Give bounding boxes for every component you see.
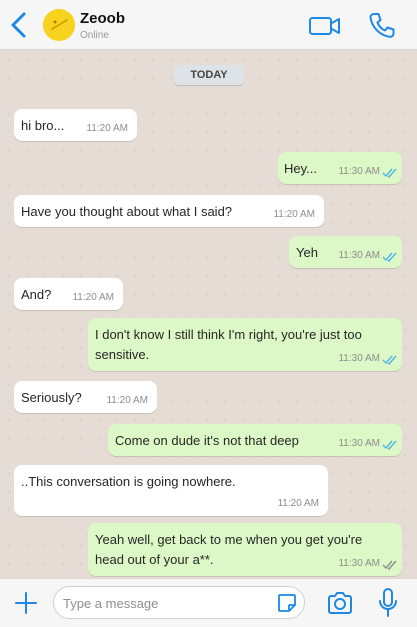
message-input[interactable] — [63, 593, 273, 613]
message-text: Seriously? — [21, 390, 82, 405]
date-divider: TODAY — [174, 65, 244, 85]
double-check-icon — [382, 440, 397, 450]
message-bubble-incoming[interactable]: ..This conversation is going nowhere. 11… — [14, 465, 328, 516]
sticker-icon[interactable] — [276, 592, 298, 614]
message-text: ..This conversation is going nowhere. — [21, 474, 236, 489]
microphone-icon[interactable] — [376, 587, 400, 619]
message-text: hi bro... — [21, 118, 65, 133]
message-time: 11:20 AM — [86, 123, 128, 134]
message-bubble-outgoing[interactable]: I don't know I still think I'm right, yo… — [88, 318, 402, 371]
message-bubble-incoming[interactable]: And? 11:20 AM — [14, 278, 123, 310]
message-bubble-incoming[interactable]: Have you thought about what I said? 11:2… — [14, 195, 324, 227]
message-text: Yeh — [296, 245, 318, 260]
contact-name[interactable]: Zeoob — [80, 10, 125, 27]
double-check-icon — [382, 355, 397, 365]
message-bubble-outgoing[interactable]: Yeah well, get back to me when you get y… — [88, 523, 402, 576]
video-camera-icon[interactable] — [308, 10, 342, 40]
avatar-face-icon — [43, 9, 75, 41]
chat-header: Zeoob Online — [0, 0, 417, 50]
message-time: 11:30 AM — [338, 250, 380, 261]
message-time: 11:20 AM — [72, 292, 114, 303]
message-list[interactable]: TODAY hi bro... 11:20 AM Hey... 11:30 AM… — [0, 51, 417, 578]
message-time: 11:20 AM — [106, 395, 148, 406]
message-bubble-incoming[interactable]: Seriously? 11:20 AM — [14, 381, 157, 413]
avatar[interactable] — [43, 9, 75, 41]
message-time: 11:20 AM — [277, 498, 319, 509]
message-text: And? — [21, 287, 52, 302]
message-bubble-outgoing[interactable]: Come on dude it's not that deep 11:30 AM — [108, 424, 402, 456]
message-text: Have you thought about what I said? — [21, 204, 233, 219]
message-bubble-incoming[interactable]: hi bro... 11:20 AM — [14, 109, 137, 141]
message-time: 11:30 AM — [338, 353, 380, 364]
message-bubble-outgoing[interactable]: Yeh 11:30 AM — [289, 236, 402, 268]
double-check-icon — [382, 560, 397, 570]
message-input-bar — [0, 578, 417, 627]
message-time: 11:20 AM — [273, 209, 315, 220]
message-time: 11:30 AM — [338, 558, 380, 569]
message-time: 11:30 AM — [338, 438, 380, 449]
phone-icon[interactable] — [367, 10, 397, 40]
message-text: Hey... — [284, 161, 317, 176]
contact-status: Online — [80, 30, 109, 41]
message-time: 11:30 AM — [338, 166, 380, 177]
plus-icon[interactable] — [14, 591, 38, 615]
double-check-icon — [382, 168, 397, 178]
message-bubble-outgoing[interactable]: Hey... 11:30 AM — [278, 152, 402, 184]
message-input-container[interactable] — [53, 586, 305, 619]
message-text: Come on dude it's not that deep — [115, 433, 299, 448]
chevron-left-icon[interactable] — [6, 10, 32, 40]
camera-icon[interactable] — [326, 589, 354, 617]
double-check-icon — [382, 252, 397, 262]
